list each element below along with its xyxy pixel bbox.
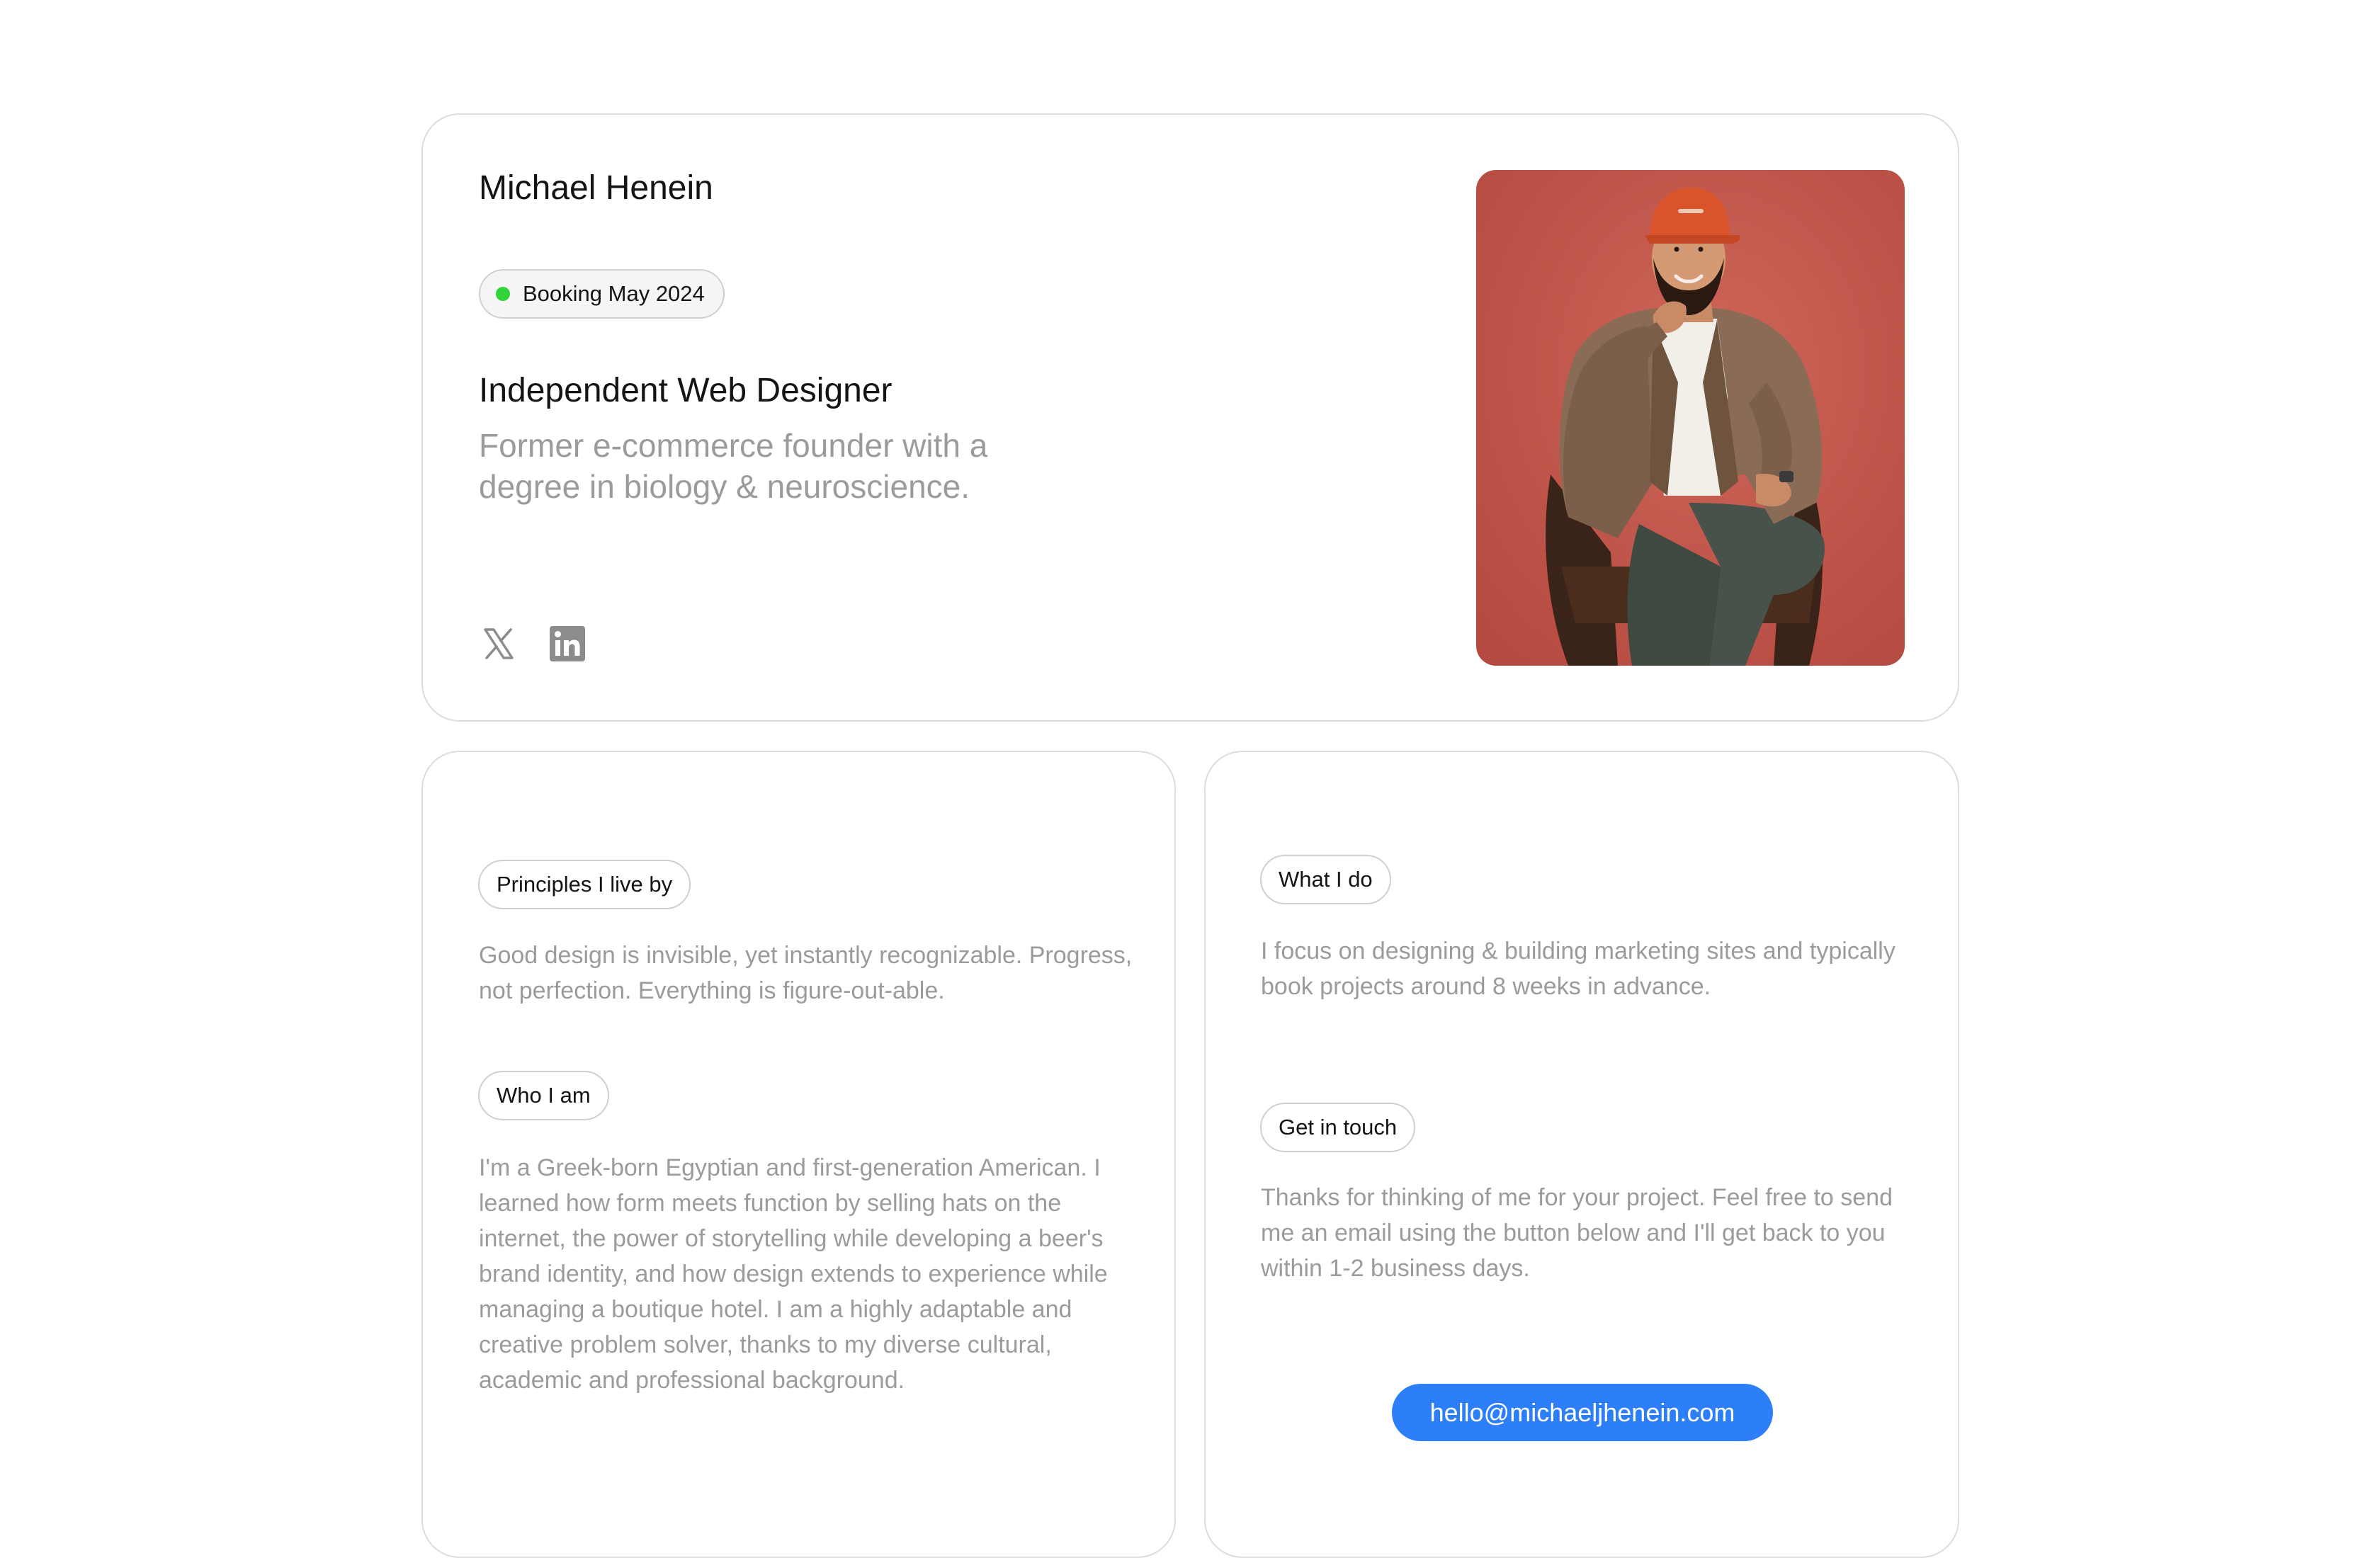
profile-photo — [1476, 170, 1905, 666]
principles-about-card: Principles I live by Good design is invi… — [421, 751, 1176, 1558]
get-in-touch-text: Thanks for thinking of me for your proje… — [1261, 1184, 1893, 1282]
linkedin-icon[interactable] — [548, 625, 586, 663]
get-in-touch-label: Get in touch — [1260, 1103, 1416, 1152]
principles-label: Principles I live by — [478, 860, 691, 909]
who-i-am-text: I'm a Greek-born Egyptian and first-gene… — [479, 1154, 1108, 1394]
what-i-do-text: I focus on designing & building marketin… — [1261, 938, 1896, 1000]
booking-status-badge: Booking May 2024 — [479, 269, 725, 319]
profile-name: Michael Henein — [479, 169, 713, 207]
tagline: Former e-commerce founder with a degree … — [479, 427, 988, 505]
booking-status-label: Booking May 2024 — [523, 281, 705, 306]
what-i-do-label: What I do — [1260, 855, 1391, 904]
x-twitter-icon[interactable] — [480, 625, 518, 663]
role-title: Independent Web Designer — [479, 372, 892, 409]
principles-text: Good design is invisible, yet instantly … — [479, 942, 1133, 1004]
email-contact-button[interactable]: hello@michaeljhenein.com — [1392, 1384, 1773, 1441]
who-i-am-label: Who I am — [478, 1071, 609, 1120]
status-dot-icon — [496, 287, 510, 301]
profile-hero-card: Michael Henein Booking May 2024 Independ… — [421, 113, 1959, 722]
services-contact-card: What I do I focus on designing & buildin… — [1204, 751, 1959, 1558]
